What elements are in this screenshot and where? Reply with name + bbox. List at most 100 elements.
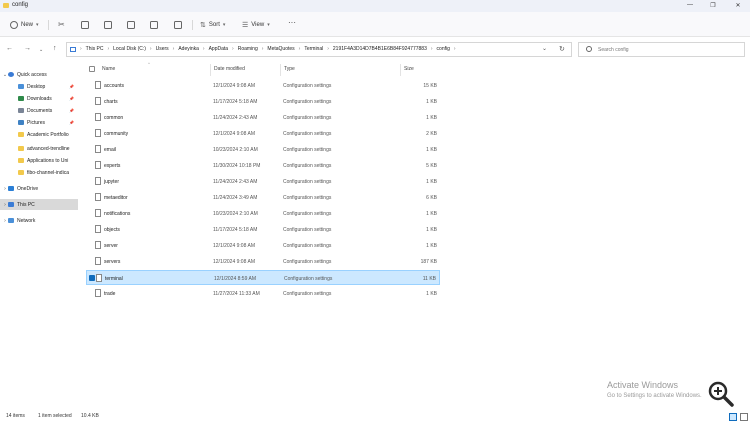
breadcrumb-separator-icon[interactable]: › [107, 46, 109, 52]
breadcrumb-item[interactable]: Roaming [238, 46, 258, 52]
column-header-size[interactable]: Size [404, 66, 414, 76]
breadcrumb-item[interactable]: 2191F4A3D14D7B4B1E6B84F924777883 [333, 46, 427, 52]
row-checkbox[interactable] [88, 98, 94, 104]
column-header-date[interactable]: Date modified [214, 66, 245, 76]
nav-item[interactable]: › This PC [0, 199, 78, 210]
details-view-icon[interactable] [729, 413, 737, 421]
file-date: 12/1/2024 9:08 AM [213, 243, 255, 249]
breadcrumb-separator-icon[interactable]: › [262, 46, 264, 52]
breadcrumb-item[interactable]: config [437, 46, 450, 52]
nav-item[interactable]: › Network [0, 215, 78, 226]
nav-item[interactable]: Documents 📌 [0, 105, 78, 116]
paste-button[interactable] [104, 19, 112, 30]
select-all-checkbox[interactable] [89, 66, 95, 72]
nav-item-label: Documents [27, 107, 53, 114]
column-divider[interactable] [400, 64, 401, 76]
breadcrumb-item[interactable]: AppData [209, 46, 228, 52]
recent-locations-chevron-icon[interactable]: ⌄ [39, 47, 43, 53]
breadcrumb-item[interactable]: Adeyinka [178, 46, 199, 52]
breadcrumb-item[interactable]: Users [156, 46, 169, 52]
row-checkbox[interactable] [88, 146, 94, 152]
file-row[interactable]: experts 11/30/2024 10:18 PM Configuration … [86, 158, 440, 173]
back-arrow-icon[interactable]: ← [6, 45, 13, 52]
file-row[interactable]: accounts 12/1/2024 9:08 AM Configuration s… [86, 78, 440, 93]
file-date: 11/27/2024 11:33 AM [213, 291, 260, 297]
breadcrumb-separator-icon[interactable]: › [173, 46, 175, 52]
row-checkbox[interactable] [88, 194, 94, 200]
row-checkbox[interactable] [89, 275, 95, 281]
sort-button[interactable]: ⇅ Sort ▾ [200, 19, 225, 30]
computer-icon [8, 202, 14, 207]
breadcrumb-item[interactable]: Local Disk (C:) [113, 46, 146, 52]
nav-item[interactable]: › OneDrive [0, 183, 78, 194]
column-divider[interactable] [280, 64, 281, 76]
maximize-button[interactable]: ❐ [707, 2, 719, 10]
nav-item[interactable]: Applications to Uni [0, 155, 78, 166]
forward-arrow-icon[interactable]: → [24, 45, 31, 52]
nav-item[interactable]: Academic Portfolio [0, 129, 78, 140]
file-row[interactable]: notifications 10/23/2024 2:10 AM Configura… [86, 206, 440, 221]
delete-button[interactable] [174, 19, 182, 30]
copy-button[interactable] [81, 19, 89, 30]
file-row[interactable]: trade 11/27/2024 11:33 AM Configuration se… [86, 286, 440, 301]
file-row[interactable]: email 10/23/2024 2:10 AM Configuration set… [86, 142, 440, 157]
breadcrumb-separator-icon[interactable]: › [150, 46, 152, 52]
column-divider[interactable] [210, 64, 211, 76]
file-row[interactable]: community 12/1/2024 9:08 AM Configuration … [86, 126, 440, 141]
breadcrumb-separator-icon[interactable]: › [203, 46, 205, 52]
row-checkbox[interactable] [88, 130, 94, 136]
nav-item[interactable]: Desktop 📌 [0, 81, 78, 92]
minimize-button[interactable]: — [684, 2, 696, 10]
row-checkbox[interactable] [88, 82, 94, 88]
row-checkbox[interactable] [88, 290, 94, 296]
file-row[interactable]: server 12/1/2024 9:08 AM Configuration set… [86, 238, 440, 253]
nav-item[interactable]: advanced-trendline [0, 143, 78, 154]
file-row[interactable]: servers 12/1/2024 9:08 AM Configuration se… [86, 254, 440, 269]
breadcrumb-separator-icon[interactable]: › [431, 46, 433, 52]
breadcrumb-separator-icon[interactable]: › [327, 46, 329, 52]
file-row[interactable]: common 11/24/2024 2:43 AM Configuration se… [86, 110, 440, 125]
file-name: terminal [105, 276, 123, 282]
more-options-button[interactable]: ··· [288, 17, 296, 28]
row-checkbox[interactable] [88, 258, 94, 264]
refresh-icon[interactable]: ↻ [559, 45, 565, 53]
row-checkbox[interactable] [88, 162, 94, 168]
nav-item[interactable]: Pictures 📌 [0, 117, 78, 128]
breadcrumb-separator-icon[interactable]: › [232, 46, 234, 52]
row-checkbox[interactable] [88, 226, 94, 232]
nav-item[interactable]: fibo-channel-indica [0, 167, 78, 178]
chevron-down-icon[interactable]: ⌄ [542, 45, 547, 52]
tiles-view-icon[interactable] [740, 413, 748, 421]
up-arrow-icon[interactable]: ↑ [53, 45, 57, 52]
row-checkbox[interactable] [88, 178, 94, 184]
nav-item[interactable]: ⌄ Quick access [0, 69, 78, 80]
file-row[interactable]: objects 11/17/2024 5:18 AM Configuration s… [86, 222, 440, 237]
row-checkbox[interactable] [88, 242, 94, 248]
rename-button[interactable] [127, 19, 135, 30]
new-button[interactable]: New ▾ [10, 19, 39, 30]
cut-button[interactable]: ✂ [58, 19, 65, 30]
zoom-magnifier-icon[interactable] [708, 381, 734, 407]
search-input[interactable]: Search config [578, 42, 745, 57]
breadcrumb-item[interactable]: Terminal [304, 46, 323, 52]
close-button[interactable]: ✕ [732, 2, 744, 10]
view-button[interactable]: ☰ View ▾ [242, 19, 270, 30]
settings-file-icon [95, 129, 101, 137]
file-row[interactable]: charts 11/17/2024 5:18 AM Configuration se… [86, 94, 440, 109]
breadcrumb-item[interactable]: MetaQuotes [267, 46, 294, 52]
file-row[interactable]: metaeditor 11/24/2024 3:49 AM Configuratio… [86, 190, 440, 205]
file-row[interactable]: terminal 12/1/2024 8:59 AM Configuration s… [86, 270, 440, 285]
nav-item-label: fibo-channel-indica [27, 169, 69, 176]
breadcrumb-item[interactable]: This PC [86, 46, 104, 52]
breadcrumb-separator-icon[interactable]: › [299, 46, 301, 52]
column-header-type[interactable]: Type [284, 66, 295, 76]
column-header-name[interactable]: Name [102, 66, 115, 76]
share-button[interactable] [150, 19, 158, 30]
row-checkbox[interactable] [88, 114, 94, 120]
row-checkbox[interactable] [88, 210, 94, 216]
file-row[interactable]: jupyter 11/24/2024 2:43 AM Configuration s… [86, 174, 440, 189]
sort-ascending-icon: ^ [148, 61, 150, 66]
nav-item[interactable]: Downloads 📌 [0, 93, 78, 104]
breadcrumb-separator-icon[interactable]: › [454, 46, 456, 52]
settings-file-icon [95, 145, 101, 153]
